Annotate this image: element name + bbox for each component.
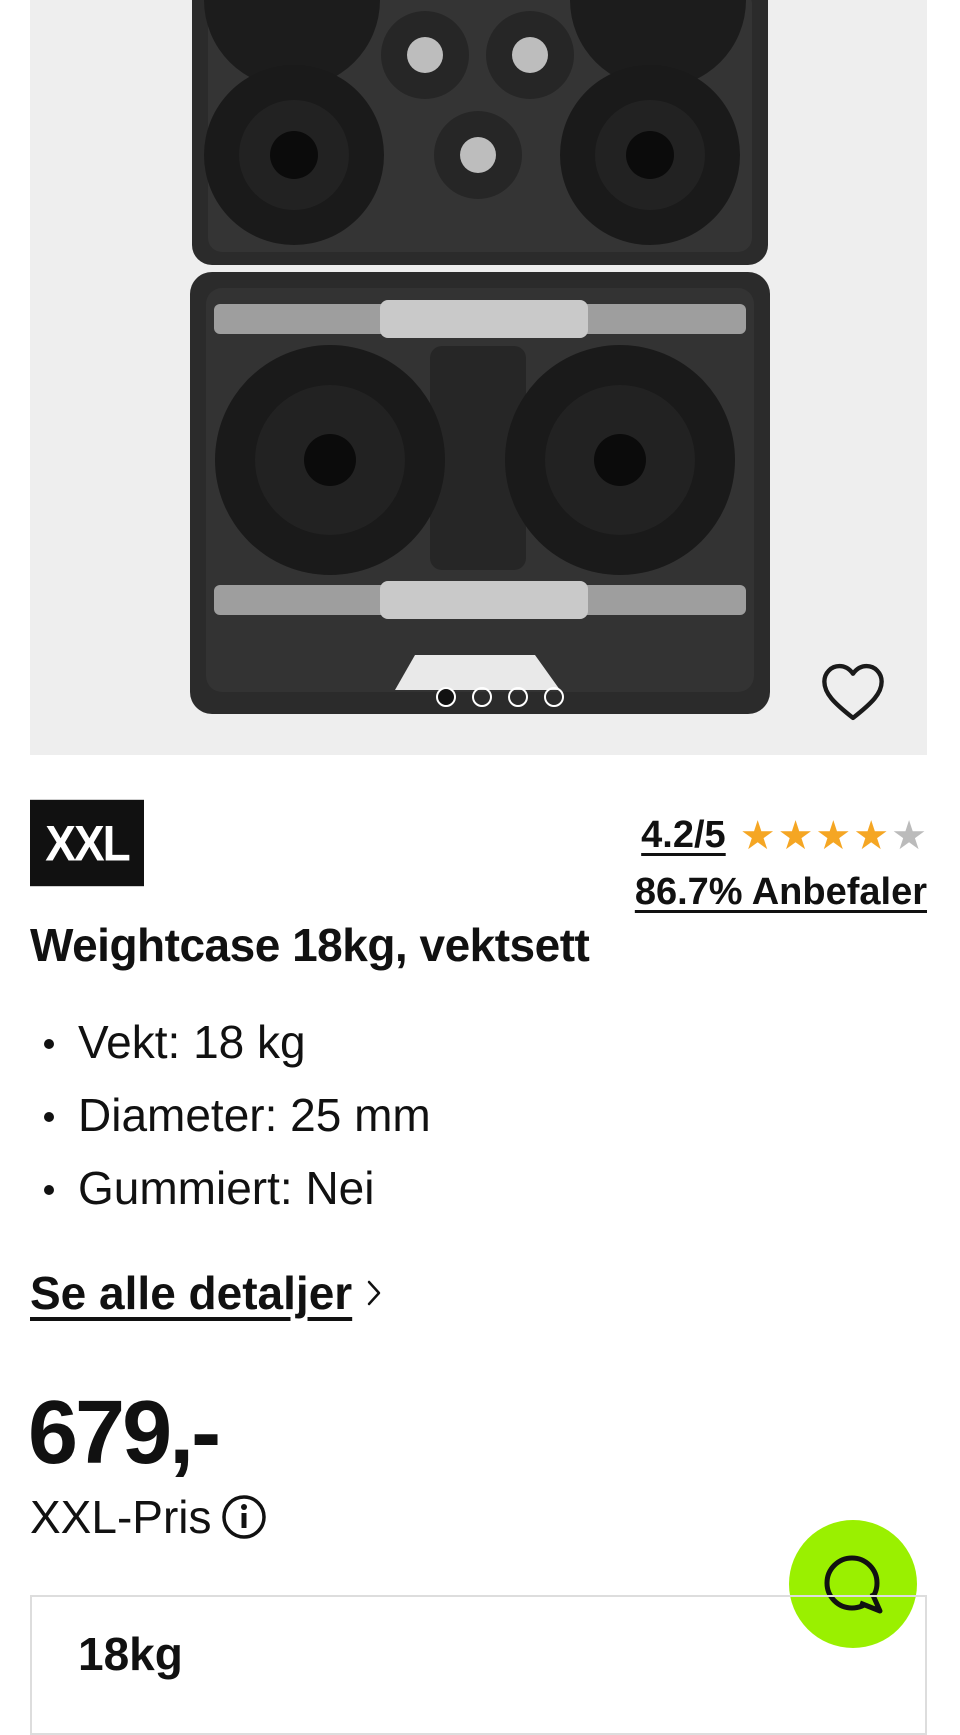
info-icon[interactable] bbox=[221, 1494, 267, 1540]
heart-outline-icon bbox=[822, 663, 884, 721]
brand-logo: XXL bbox=[30, 799, 144, 887]
price-label-text: XXL-Pris bbox=[30, 1491, 212, 1543]
carousel-dot[interactable] bbox=[508, 687, 528, 707]
see-all-details-link[interactable]: Se alle detaljer bbox=[30, 1266, 382, 1320]
spec-item: Vekt: 18 kg bbox=[30, 1012, 431, 1085]
product-image-carousel[interactable] bbox=[30, 0, 927, 755]
price-label: XXL-Pris bbox=[30, 1490, 267, 1544]
spec-list: Vekt: 18 kg Diameter: 25 mm Gummiert: Ne… bbox=[30, 1012, 431, 1231]
variant-selector[interactable]: 18kg bbox=[30, 1595, 927, 1735]
carousel-dot[interactable] bbox=[472, 687, 492, 707]
price: 679,- bbox=[28, 1383, 221, 1483]
star-icon: ★ bbox=[739, 813, 776, 858]
chevron-right-icon bbox=[367, 1280, 381, 1306]
star-rating: ★ ★ ★ ★ ★ bbox=[740, 816, 927, 856]
star-icon: ★ bbox=[815, 813, 852, 858]
rating: 4.2/5 ★ ★ ★ ★ ★ bbox=[641, 814, 927, 857]
rating-score-link[interactable]: 4.2/5 bbox=[641, 814, 726, 857]
favorite-button[interactable] bbox=[820, 662, 892, 728]
product-image bbox=[190, 0, 770, 714]
spec-item: Gummiert: Nei bbox=[30, 1158, 431, 1231]
carousel-dot[interactable] bbox=[544, 687, 564, 707]
variant-label: 18kg bbox=[78, 1628, 183, 1680]
star-icon: ★ bbox=[853, 813, 890, 858]
star-icon: ★ bbox=[777, 813, 814, 858]
carousel-dots bbox=[436, 687, 564, 707]
star-empty-icon: ★ bbox=[891, 813, 927, 858]
spec-item: Diameter: 25 mm bbox=[30, 1085, 431, 1158]
details-link-label: Se alle detaljer bbox=[30, 1267, 353, 1319]
recommend-link[interactable]: 86.7% Anbefaler bbox=[635, 871, 927, 914]
carousel-dot[interactable] bbox=[436, 687, 456, 707]
product-title: Weightcase 18kg, vektsett bbox=[30, 919, 590, 971]
